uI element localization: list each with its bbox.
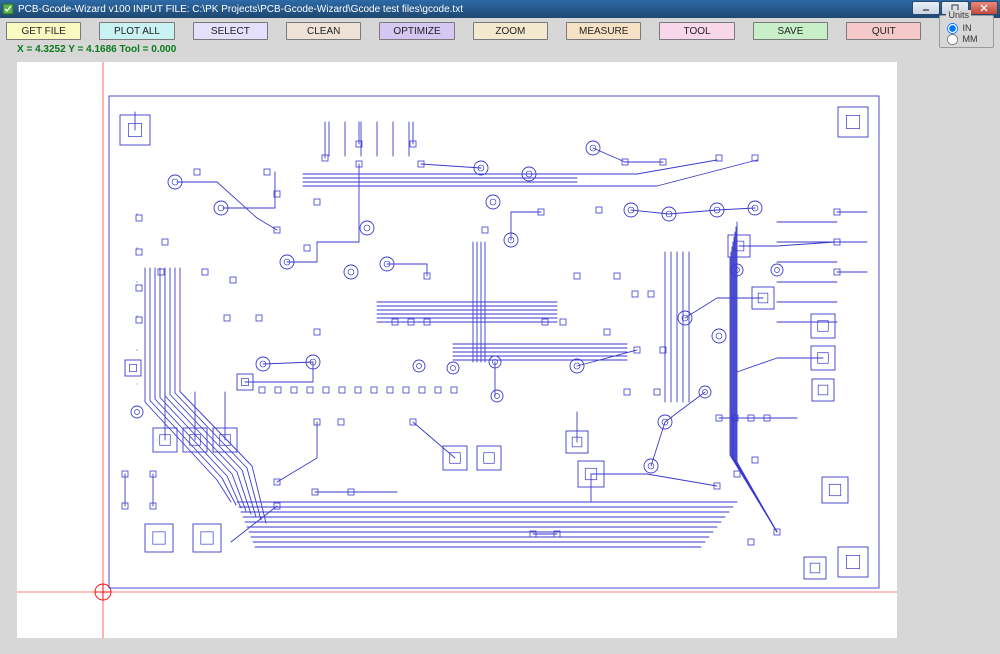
measure-button[interactable]: MEASURE <box>566 22 641 40</box>
close-button[interactable] <box>970 1 998 15</box>
clean-button[interactable]: CLEAN <box>286 22 361 40</box>
title-text: PCB-Gcode-Wizard v100 INPUT FILE: C:\PK … <box>18 4 911 15</box>
app-icon <box>2 3 14 15</box>
units-group: Units IN MM <box>939 15 994 48</box>
units-mm-label: MM <box>962 34 977 45</box>
tool-button[interactable]: TOOL <box>659 22 734 40</box>
titlebar: PCB-Gcode-Wizard v100 INPUT FILE: C:\PK … <box>0 0 1000 18</box>
quit-button[interactable]: QUIT <box>846 22 921 40</box>
toolbar: GET FILE PLOT ALL SELECT CLEAN OPTIMIZE … <box>0 18 1000 42</box>
units-in-label: IN <box>962 23 971 34</box>
units-mm-row[interactable]: MM <box>946 34 987 45</box>
units-legend: Units <box>946 10 971 20</box>
minimize-button[interactable] <box>912 1 940 15</box>
plot-all-button[interactable]: PLOT ALL <box>99 22 174 40</box>
plot-canvas[interactable] <box>17 62 897 638</box>
units-in-row[interactable]: IN <box>946 23 987 34</box>
optimize-button[interactable]: OPTIMIZE <box>379 22 454 40</box>
zoom-button[interactable]: ZOOM <box>473 22 548 40</box>
get-file-button[interactable]: GET FILE <box>6 22 81 40</box>
save-button[interactable]: SAVE <box>753 22 828 40</box>
units-mm-radio[interactable] <box>947 33 958 44</box>
units-in-radio[interactable] <box>947 22 958 33</box>
select-button[interactable]: SELECT <box>193 22 268 40</box>
status-text: X = 4.3252 Y = 4.1686 Tool = 0.000 <box>17 44 176 55</box>
status-line: X = 4.3252 Y = 4.1686 Tool = 0.000 <box>0 42 1000 58</box>
